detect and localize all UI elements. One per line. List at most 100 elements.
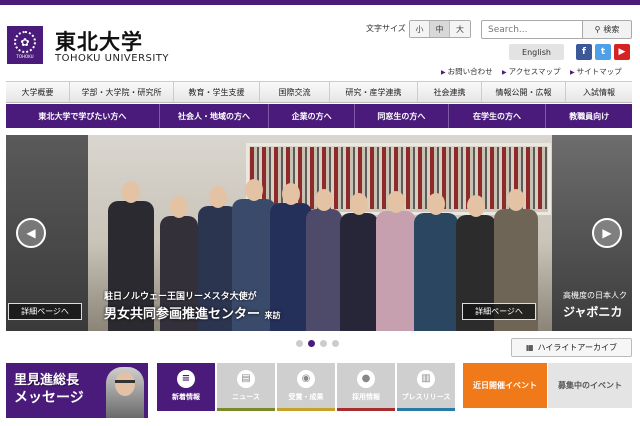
chevron-right-icon: ▶ xyxy=(441,69,446,76)
tab-jobs-label: 採用情報 xyxy=(352,392,380,401)
newspaper-icon: ▤ xyxy=(237,369,255,388)
university-logo-icon[interactable]: ✿ TOHOKU xyxy=(7,26,43,64)
president-message-banner[interactable]: 里見進総長 メッセージ xyxy=(6,363,148,418)
sitemap-link[interactable]: ▶ サイトマップ xyxy=(570,66,622,77)
hero-caption-title: 男女共同参画推進センター xyxy=(104,307,261,322)
audience-navigation: 東北大学で学びたい方へ 社会人・地域の方へ 企業の方へ 同窓生の方へ 在学生の方… xyxy=(6,104,632,128)
font-size-large-button[interactable]: 大 xyxy=(450,21,470,37)
president-photo xyxy=(106,367,144,418)
tab-latest[interactable]: ≡ 新着情報 xyxy=(157,363,215,408)
carousel-dot-active[interactable] xyxy=(308,340,315,347)
search-icon: ⚲ xyxy=(594,25,601,34)
photo-person-head xyxy=(245,179,263,201)
highlight-archive-button[interactable]: ▦ ハイライトアーカイブ xyxy=(511,338,632,357)
font-size-switcher: 小 中 大 xyxy=(409,20,471,38)
logo-english[interactable]: TOHOKU UNIVERSITY xyxy=(55,53,169,64)
photo-person-head xyxy=(170,196,188,218)
carousel-next-button[interactable]: ▶ xyxy=(592,218,622,248)
tab-color-bar-press xyxy=(397,408,455,411)
search-button-label: 検索 xyxy=(603,25,620,34)
carousel-dot[interactable] xyxy=(332,340,339,347)
carousel-prev-button[interactable]: ◀ xyxy=(16,218,46,248)
tab-color-bar-jobs xyxy=(337,408,395,411)
carousel-dot[interactable] xyxy=(320,340,327,347)
detail-page-button-main[interactable]: 詳細ページへ xyxy=(462,303,536,320)
nav-item-faculties[interactable]: 学部・大学院・研究所 xyxy=(70,82,174,102)
contact-link-label: お問い合わせ xyxy=(447,67,493,76)
font-size-small-button[interactable]: 小 xyxy=(410,21,430,37)
photo-person xyxy=(306,189,342,331)
carousel-pagination xyxy=(296,340,339,347)
audience-companies[interactable]: 企業の方へ xyxy=(269,104,356,128)
hero-caption-line2[interactable]: 男女共同参画推進センター 来訪 xyxy=(104,303,281,322)
audience-students[interactable]: 在学生の方へ xyxy=(449,104,547,128)
president-message-label: メッセージ xyxy=(14,390,84,406)
nav-item-research[interactable]: 研究・産学連携 xyxy=(330,82,418,102)
photo-person xyxy=(340,193,378,331)
search-button[interactable]: ⚲ 検索 xyxy=(582,20,632,39)
logo-mark-caption: TOHOKU xyxy=(16,54,34,59)
nav-item-about[interactable]: 大学概要 xyxy=(6,82,70,102)
president-name: 里見進総長 xyxy=(14,373,80,388)
photo-person-head xyxy=(350,193,368,215)
search-input[interactable] xyxy=(481,20,583,39)
photo-person xyxy=(414,193,458,331)
hero-caption-line1[interactable]: 駐日ノルウェー王国リーメスタ大使が xyxy=(104,289,257,302)
sitemap-link-label: サイトマップ xyxy=(576,67,622,76)
tab-color-bar-news xyxy=(217,408,275,411)
audience-staff[interactable]: 教職員向け xyxy=(546,104,632,128)
photo-person-head xyxy=(387,191,405,213)
font-size-medium-button[interactable]: 中 xyxy=(430,21,450,37)
president-photo-head xyxy=(115,372,135,396)
logo-japanese[interactable]: 東北大学 xyxy=(55,26,143,56)
crest-icon: ✿ xyxy=(14,31,36,53)
english-button[interactable]: English xyxy=(509,44,564,60)
detail-page-button-left[interactable]: 詳細ページへ xyxy=(8,303,82,320)
photo-person-head xyxy=(467,195,485,217)
tab-recruiting-events[interactable]: 募集中のイベント xyxy=(548,363,632,408)
top-accent-line xyxy=(0,0,640,5)
book-icon: ▥ xyxy=(417,369,435,388)
president-photo-glasses xyxy=(115,380,135,383)
grid-icon: ▦ xyxy=(526,343,534,352)
audience-public[interactable]: 社会人・地域の方へ xyxy=(160,104,270,128)
photo-person-head xyxy=(282,183,300,205)
hero-carousel[interactable] xyxy=(6,135,632,331)
tab-color-bar-latest xyxy=(157,408,215,411)
medal-icon: ◉ xyxy=(297,369,315,388)
facebook-icon[interactable]: f xyxy=(576,44,592,60)
photo-person-head xyxy=(427,193,445,215)
next-slide-caption-line2: ジャボニカ xyxy=(563,305,623,319)
tab-color-bar-awards xyxy=(277,408,335,411)
audience-alumni[interactable]: 同窓生の方へ xyxy=(355,104,449,128)
nav-item-community[interactable]: 社会連携 xyxy=(418,82,482,102)
hero-caption-suffix: 来訪 xyxy=(264,311,281,320)
nav-item-international[interactable]: 国際交流 xyxy=(260,82,330,102)
youtube-icon[interactable]: ▶ xyxy=(614,44,630,60)
photo-person xyxy=(376,191,416,331)
tab-press[interactable]: ▥ プレスリリース xyxy=(397,363,455,408)
main-navigation: 大学概要 学部・大学院・研究所 教育・学生支援 国際交流 研究・産学連携 社会連… xyxy=(6,81,632,103)
nav-item-disclosure[interactable]: 情報公開・広報 xyxy=(482,82,566,102)
photo-person-head xyxy=(315,189,333,211)
audience-prospective[interactable]: 東北大学で学びたい方へ xyxy=(6,104,160,128)
access-map-link-label: アクセスマップ xyxy=(508,67,561,76)
carousel-dot[interactable] xyxy=(296,340,303,347)
nav-item-admissions[interactable]: 入試情報 xyxy=(566,82,632,102)
twitter-icon[interactable]: t xyxy=(595,44,611,60)
access-map-link[interactable]: ▶ アクセスマップ xyxy=(502,66,561,77)
highlight-archive-label: ハイライトアーカイブ xyxy=(537,343,617,352)
tab-awards[interactable]: ◉ 受賞・成果 xyxy=(277,363,335,408)
tab-latest-label: 新着情報 xyxy=(172,392,200,401)
tab-news[interactable]: ▤ ニュース xyxy=(217,363,275,408)
list-icon: ≡ xyxy=(177,369,195,388)
tab-press-label: プレスリリース xyxy=(401,392,451,401)
tab-news-label: ニュース xyxy=(232,392,260,401)
contact-link[interactable]: ▶ お問い合わせ xyxy=(441,66,493,77)
photo-person-head xyxy=(122,181,140,203)
photo-person-head xyxy=(209,186,227,208)
tab-upcoming-events[interactable]: 近日開催イベント xyxy=(463,363,547,408)
tab-jobs[interactable]: ● 採用情報 xyxy=(337,363,395,408)
nav-item-education[interactable]: 教育・学生支援 xyxy=(174,82,260,102)
chevron-right-icon: ▶ xyxy=(502,69,507,76)
